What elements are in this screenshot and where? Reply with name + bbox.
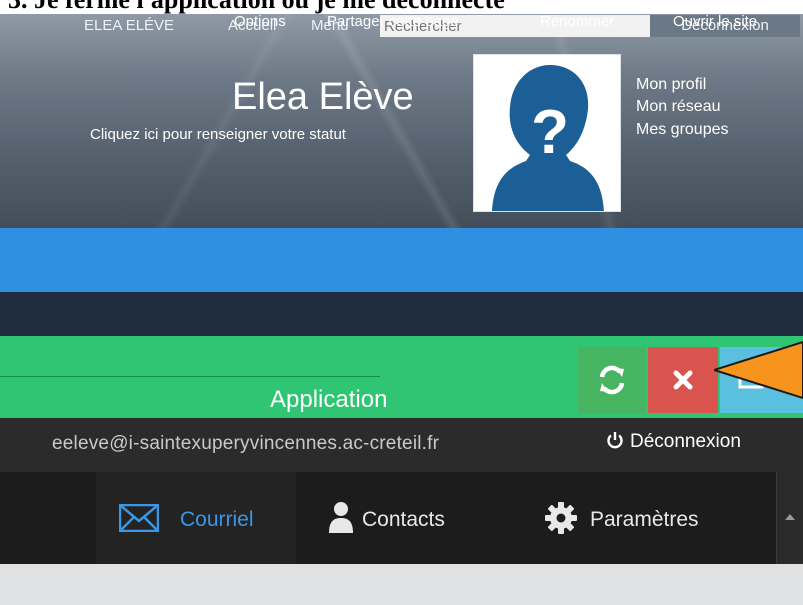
logout-label: Déconnexion	[630, 431, 741, 452]
tab-mail-label: Courriel	[180, 508, 254, 531]
close-icon	[673, 370, 693, 390]
share-page-link[interactable]: Partager cette page	[327, 13, 459, 30]
profile-banner: ELEA ELÉVE Accueil Menu Déconnexion Elea…	[0, 14, 803, 228]
person-icon	[329, 502, 353, 533]
tab-contacts[interactable]: Contacts	[362, 508, 445, 532]
my-network-link[interactable]: Mon réseau	[636, 98, 721, 116]
mail-content-area	[0, 564, 803, 605]
power-icon	[607, 432, 623, 449]
application-title: Application	[270, 386, 388, 413]
orange-arrow-pointer	[714, 340, 803, 400]
my-profile-link[interactable]: Mon profil	[636, 76, 706, 94]
profile-name: Elea Elève	[232, 76, 414, 118]
divider	[0, 376, 380, 377]
my-groups-link[interactable]: Mes groupes	[636, 121, 729, 139]
close-app-button[interactable]	[648, 347, 718, 413]
user-email: eeleve@i-saintexuperyvincennes.ac-cretei…	[52, 433, 440, 454]
logout-button[interactable]: Déconnexion	[606, 431, 741, 453]
refresh-button[interactable]	[578, 347, 646, 413]
site-color-band	[0, 228, 803, 292]
page-action-bar	[0, 292, 803, 336]
chevron-up-icon	[785, 514, 795, 520]
refresh-icon	[599, 365, 625, 395]
open-site-link[interactable]: Ouvrir le site	[673, 13, 757, 30]
rename-link[interactable]: Renommer	[540, 13, 614, 30]
unknown-user-icon: ?	[492, 65, 604, 211]
gear-icon	[545, 502, 577, 534]
envelope-icon	[119, 504, 159, 532]
avatar[interactable]: ?	[473, 54, 621, 212]
document-heading: 3. Je ferme l'application ou je me décon…	[0, 0, 803, 14]
svg-text:?: ?	[531, 98, 569, 167]
user-menu-link[interactable]: ELEA ELÉVE	[84, 17, 174, 34]
options-link[interactable]: Options	[234, 13, 286, 30]
status-prompt-link[interactable]: Cliquez ici pour renseigner votre statut	[90, 126, 346, 143]
nav-scroll-button[interactable]	[776, 472, 803, 564]
tab-settings[interactable]: Paramètres	[590, 508, 699, 532]
